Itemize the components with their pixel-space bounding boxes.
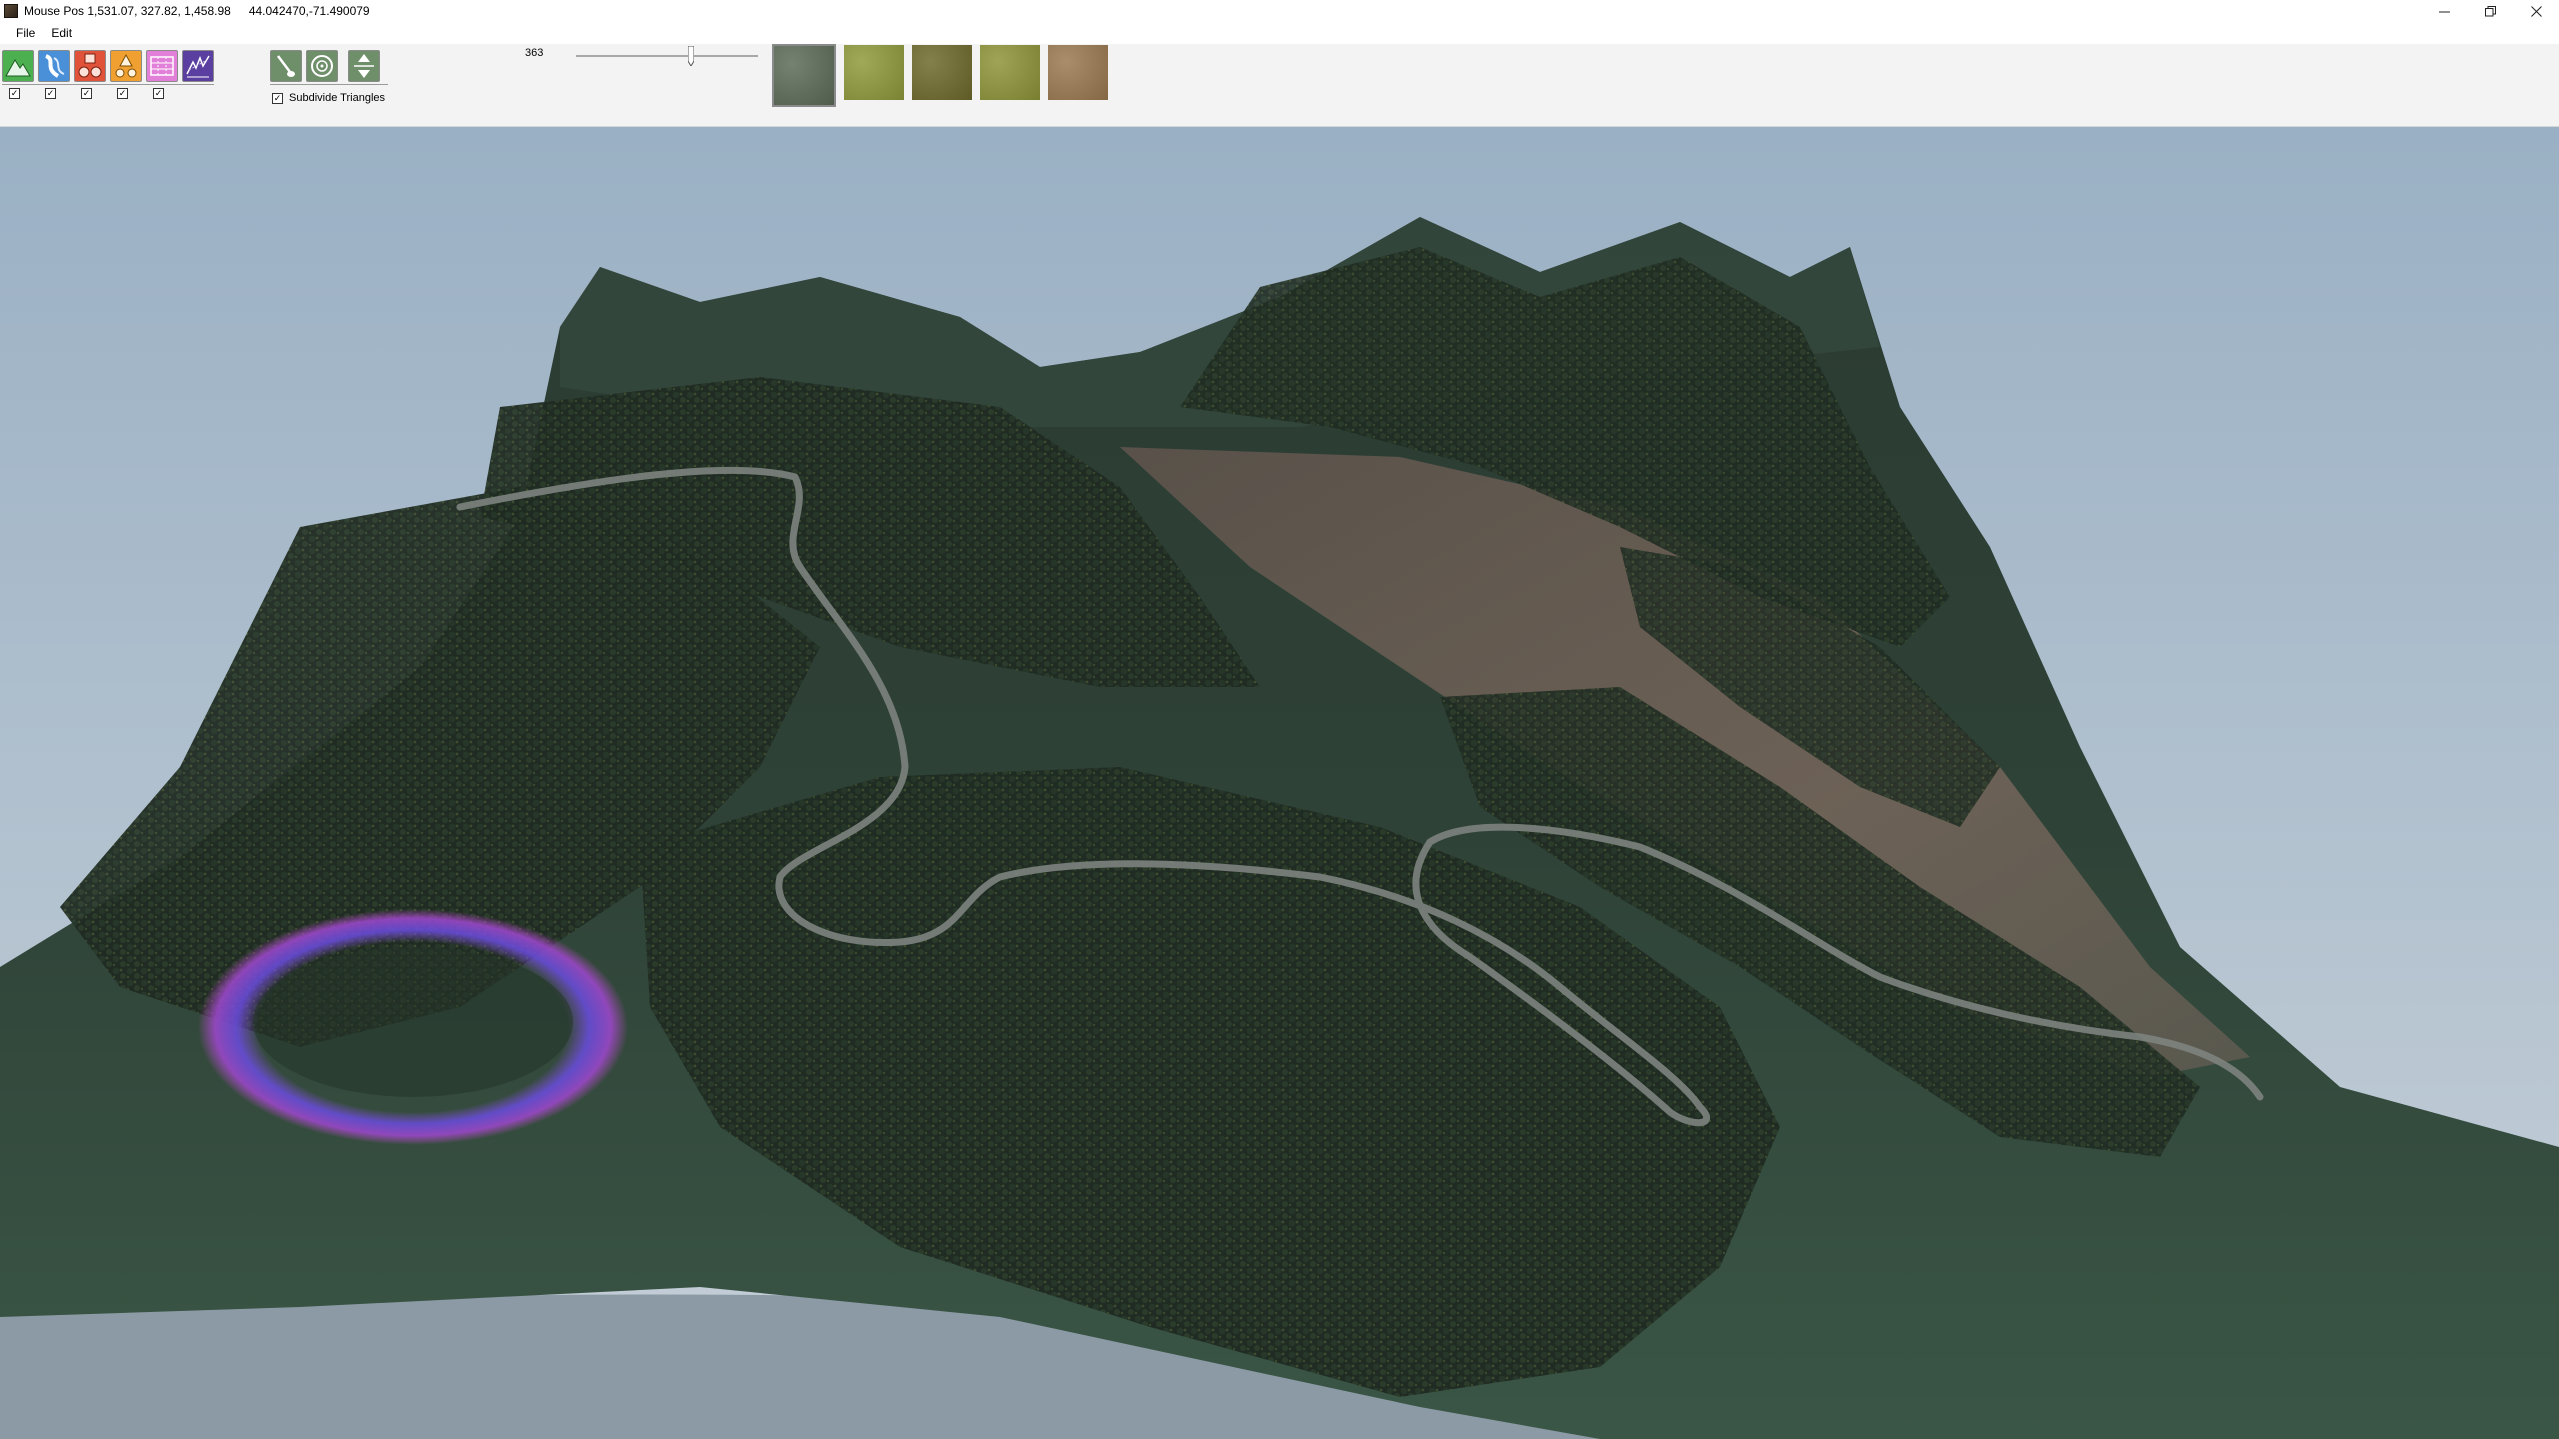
menu-edit[interactable]: Edit <box>43 22 80 44</box>
texture-palette <box>772 44 1108 107</box>
close-button[interactable] <box>2513 0 2559 22</box>
tool-group-divider <box>2 84 214 85</box>
terrain-tool-group <box>2 50 214 82</box>
texture-visible-checkbox[interactable]: ✓ <box>153 88 164 99</box>
mouse-position-text: Mouse Pos 1,531.07, 327.82, 1,458.98 <box>24 4 231 18</box>
minimize-button[interactable] <box>2421 0 2467 22</box>
brush-size-value: 363 <box>525 47 544 59</box>
terrain-visible-checkbox[interactable]: ✓ <box>9 88 20 99</box>
meadow-texture[interactable] <box>980 45 1040 100</box>
vegetation-visible-checkbox[interactable]: ✓ <box>117 88 128 99</box>
dry-grass-texture[interactable] <box>912 45 972 100</box>
vegetation-tool-button[interactable] <box>110 50 142 82</box>
erosion-icon <box>186 55 210 78</box>
app-icon <box>4 4 18 18</box>
mountain-icon <box>5 59 31 77</box>
menu-bar: File Edit <box>0 22 2559 44</box>
object-shapes-icon <box>78 53 102 78</box>
terrain-viewport[interactable] <box>0 127 2559 1439</box>
brush-group-divider <box>270 84 388 85</box>
geo-coordinates-text: 44.042470,-71.490079 <box>248 4 370 18</box>
tool-visibility-checkboxes: ✓ ✓ ✓ ✓ ✓ <box>9 88 189 99</box>
erosion-tool-button[interactable] <box>182 50 214 82</box>
subdivide-triangles-label: Subdivide Triangles <box>289 92 386 104</box>
brush-size-slider-track[interactable] <box>576 55 758 57</box>
road-visible-checkbox[interactable]: ✓ <box>45 88 56 99</box>
tree-icon <box>115 53 137 78</box>
object-tool-button[interactable] <box>74 50 106 82</box>
raise-lower-icon <box>354 54 374 78</box>
texture-paint-button[interactable] <box>146 50 178 82</box>
brush-tool-button[interactable] <box>270 50 302 82</box>
restore-button[interactable] <box>2467 0 2513 22</box>
texture-paint-icon <box>150 56 174 76</box>
circle-brush-button[interactable] <box>306 50 338 82</box>
subdivide-triangles-option: ✓ Subdivide Triangles <box>272 92 385 104</box>
terrain-sculpt-button[interactable] <box>2 50 34 82</box>
menu-file[interactable]: File <box>0 22 43 44</box>
road-tool-button[interactable] <box>38 50 70 82</box>
restore-icon <box>2484 5 2496 16</box>
raise-lower-button[interactable] <box>348 50 380 82</box>
objects-visible-checkbox[interactable]: ✓ <box>81 88 92 99</box>
close-icon <box>2530 5 2542 17</box>
brush-tool-group <box>270 50 380 82</box>
moss-texture[interactable] <box>772 44 836 107</box>
brush-cursor-center <box>253 947 573 1097</box>
minimize-icon <box>2438 11 2450 12</box>
brush-icon <box>277 55 295 77</box>
brush-size-slider-thumb[interactable] <box>687 46 694 66</box>
terrain-scene[interactable] <box>0 127 2559 1439</box>
dirt-texture[interactable] <box>1048 45 1108 100</box>
toolbar <box>0 44 2559 127</box>
road-icon <box>45 54 65 78</box>
grass-texture[interactable] <box>844 45 904 100</box>
title-bar: Mouse Pos 1,531.07, 327.82, 1,458.98 44.… <box>0 0 2559 22</box>
circle-brush-icon <box>311 55 333 77</box>
window-controls <box>2421 0 2559 22</box>
subdivide-triangles-checkbox[interactable]: ✓ <box>272 92 283 104</box>
